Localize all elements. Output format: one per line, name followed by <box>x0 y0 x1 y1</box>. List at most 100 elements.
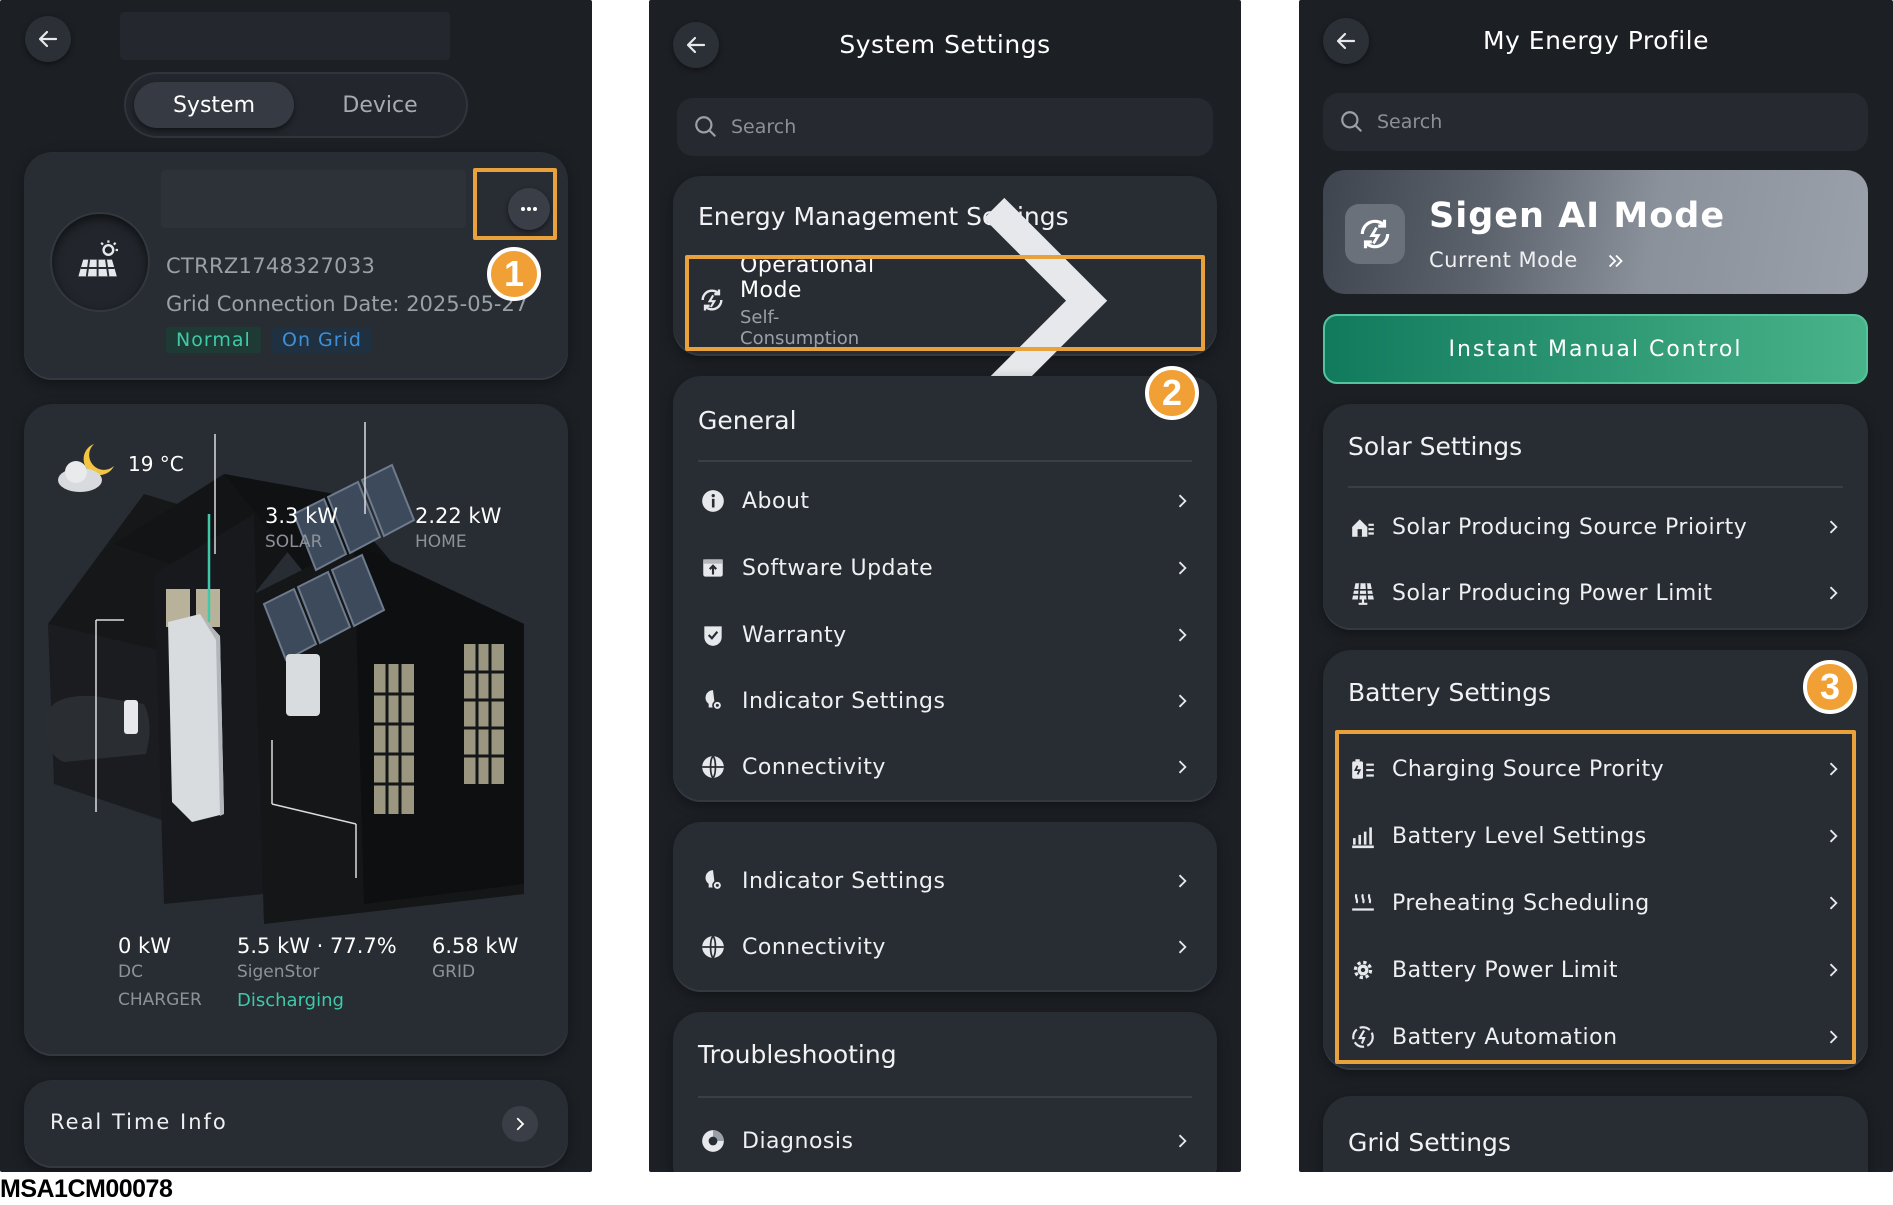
back-button[interactable] <box>25 16 71 62</box>
grid-power-value: 6.58 kW <box>432 934 519 958</box>
info-icon <box>698 486 728 516</box>
device-id: CTRRZ1748327033 <box>166 254 376 278</box>
globe-icon <box>698 932 728 962</box>
general-item-label: About <box>742 488 810 514</box>
arrow-left-icon <box>38 30 58 48</box>
chevron-right-icon <box>1178 628 1187 642</box>
general-card: General About Software Update Warranty I… <box>673 376 1217 802</box>
section-heading: Battery Settings <box>1348 678 1552 707</box>
highlight-battery-settings <box>1335 730 1856 1064</box>
chevron-right-icon <box>1178 874 1187 888</box>
solar-power-value: 3.3 kW <box>265 504 338 528</box>
page-title: System Settings <box>839 30 1051 59</box>
tab-device[interactable]: Device <box>300 82 460 128</box>
figure: System Device CTRRZ1748327033 Grid Conne… <box>0 0 1893 1205</box>
chevron-right-icon <box>1178 760 1187 774</box>
real-time-info-label: Real Time Info <box>50 1110 228 1134</box>
troubleshooting-item-label: Diagnosis <box>742 1128 854 1154</box>
general-item-about[interactable]: About <box>698 476 1192 526</box>
step-badge-2: 2 <box>1145 366 1199 420</box>
general-item-software-update[interactable]: Software Update <box>698 543 1192 593</box>
extra-item-label: Connectivity <box>742 934 886 960</box>
ai-mode-title: Sigen AI Mode <box>1429 196 1726 236</box>
bulb-gear-icon <box>698 866 728 896</box>
search-icon <box>1341 111 1362 132</box>
charger-label: CHARGER <box>118 990 202 1010</box>
search-icon <box>695 116 716 137</box>
extra-item-indicator-settings[interactable]: Indicator Settings <box>698 856 1192 906</box>
instant-manual-control-button[interactable]: Instant Manual Control <box>1323 314 1868 384</box>
status-badge-on-grid: On Grid <box>272 327 372 353</box>
home-label: HOME <box>415 532 467 552</box>
troubleshooting-item-diagnosis[interactable]: Diagnosis <box>698 1116 1192 1166</box>
chevron-right-icon <box>1178 494 1187 508</box>
page-title: My Energy Profile <box>1482 26 1710 55</box>
solar-label: SOLAR <box>265 532 323 552</box>
search-placeholder: Search <box>1377 111 1443 133</box>
solar-settings-card: Solar Settings Solar Producing Source Pr… <box>1323 404 1868 630</box>
charger-power-value: 0 kW <box>118 934 171 958</box>
status-badge-normal: Normal <box>166 327 261 353</box>
figure-caption: MSA1CM00078 <box>0 1175 173 1203</box>
search-placeholder: Search <box>731 116 797 138</box>
highlight-operational-mode <box>685 255 1205 351</box>
general-item-connectivity[interactable]: Connectivity <box>698 742 1192 792</box>
house-illustration <box>45 422 524 924</box>
grid-connection-date: Grid Connection Date: 2025-05-27 <box>166 292 529 316</box>
ai-mode-icon <box>1345 204 1405 264</box>
troubleshooting-card: Troubleshooting Diagnosis <box>673 1012 1217 1172</box>
chevron-right-icon <box>1178 694 1187 708</box>
sigenstor-power-value: 5.5 kW · 77.7% <box>237 934 397 958</box>
chevron-right-icon <box>1178 1134 1187 1148</box>
general-item-warranty[interactable]: Warranty <box>698 610 1192 660</box>
warranty-shield-icon <box>698 620 728 650</box>
current-mode-card[interactable]: Sigen AI Mode Current Mode <box>1323 170 1868 294</box>
solar-panel-icon <box>78 240 118 277</box>
globe-icon <box>698 752 728 782</box>
extra-item-label: Indicator Settings <box>742 868 946 894</box>
general-item-label: Connectivity <box>742 754 886 780</box>
general-item-indicator-settings[interactable]: Indicator Settings <box>698 676 1192 726</box>
system-device-toggle: System Device <box>124 72 468 138</box>
section-heading: General <box>698 406 797 435</box>
bulb-gear-icon <box>698 686 728 716</box>
chevron-right-icon <box>1829 520 1838 534</box>
solar-item-power-limit[interactable]: Solar Producing Power Limit <box>1348 568 1843 618</box>
section-heading: Solar Settings <box>1348 432 1523 461</box>
chevron-right-icon <box>1178 940 1187 954</box>
solar-item-label: Solar Producing Power Limit <box>1392 580 1713 606</box>
section-heading: Troubleshooting <box>698 1040 897 1069</box>
search-input[interactable]: Search <box>1323 93 1868 151</box>
real-time-info-row[interactable]: Real Time Info <box>24 1080 568 1168</box>
grid-label: GRID <box>432 962 476 982</box>
sigenstor-label: SigenStor <box>237 962 320 982</box>
solar-item-label: Solar Producing Source Prioirty <box>1392 514 1748 540</box>
sigenstor-status: Discharging <box>237 990 344 1011</box>
grid-settings-card: Grid Settings <box>1323 1096 1868 1172</box>
general-item-label: Software Update <box>742 555 934 581</box>
charger-label-dc: DC <box>118 962 143 982</box>
general-item-label: Indicator Settings <box>742 688 946 714</box>
solar-system-avatar <box>52 214 148 310</box>
panel-system-overview: System Device CTRRZ1748327033 Grid Conne… <box>0 0 592 1172</box>
diagnosis-icon <box>698 1126 728 1156</box>
energy-flow-card: 19 °C 3.3 kW SOLAR 2.22 kW HOME 0 kW DC … <box>24 404 568 1056</box>
ai-mode-subtitle: Current Mode <box>1429 248 1578 272</box>
double-chevron-right-icon <box>1608 254 1623 268</box>
chevron-right-icon <box>502 1106 538 1142</box>
home-power-value: 2.22 kW <box>415 504 502 528</box>
panel-system-settings: System Settings Search Energy Management… <box>649 0 1241 1172</box>
solar-panel-icon <box>1348 578 1378 608</box>
extra-item-connectivity[interactable]: Connectivity <box>698 922 1192 972</box>
highlight-more-options <box>473 168 557 240</box>
general-item-label: Warranty <box>742 622 847 648</box>
step-badge-1: 1 <box>487 247 541 301</box>
panel-energy-profile: My Energy Profile Search Sigen AI Mode C… <box>1299 0 1893 1172</box>
update-icon <box>698 553 728 583</box>
tab-system[interactable]: System <box>134 82 294 128</box>
extra-settings-card: Indicator Settings Connectivity <box>673 822 1217 992</box>
section-heading: Grid Settings <box>1348 1128 1511 1157</box>
house-list-icon <box>1348 512 1378 542</box>
chevron-right-icon <box>1178 561 1187 575</box>
solar-item-source-priority[interactable]: Solar Producing Source Prioirty <box>1348 502 1843 552</box>
